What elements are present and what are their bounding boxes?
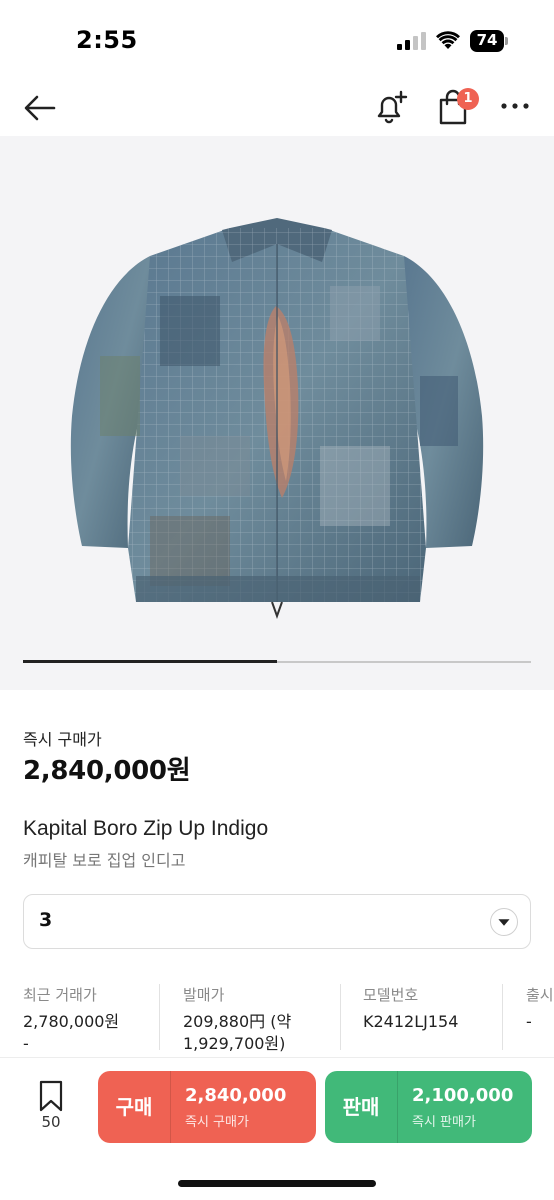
back-arrow-icon[interactable] (22, 90, 58, 126)
info-model-number: 모델번호 K2412LJ154 (363, 984, 458, 1054)
battery-level: 74 (476, 31, 498, 49)
info-value: - (526, 1012, 532, 1031)
bookmark-icon (39, 1080, 63, 1112)
sell-button-divider (397, 1071, 398, 1143)
more-icon[interactable] (498, 96, 532, 116)
sell-button-label: 판매 (342, 1095, 380, 1119)
sell-button-subtitle: 즉시 판매가 (412, 1115, 476, 1130)
info-divider (159, 984, 160, 1050)
home-indicator[interactable] (178, 1180, 376, 1187)
signal-icon (397, 32, 426, 50)
bell-plus-icon[interactable] (373, 88, 409, 126)
buy-button-divider (170, 1071, 171, 1143)
instant-buy-price: 2,840,000원 (23, 756, 191, 786)
jacket-image (70, 218, 484, 619)
info-value: 2,780,000원 - (23, 1012, 120, 1053)
wifi-icon (436, 31, 460, 49)
info-recent-trade: 최근 거래가 2,780,000원 - (23, 984, 119, 1054)
size-select[interactable]: 3 (23, 894, 531, 949)
wishlist-button[interactable]: 50 (28, 1080, 74, 1136)
info-divider (340, 984, 341, 1050)
bottom-bar-divider (0, 1057, 554, 1058)
sell-button[interactable]: 판매 2,100,000 즉시 판매가 (325, 1071, 532, 1143)
info-value: 209,880円 (약 1,929,700원) (183, 1012, 292, 1053)
status-bar: 2:55 74 (0, 0, 554, 80)
product-image[interactable] (0, 136, 554, 690)
buy-button-label: 구매 (115, 1095, 153, 1119)
sell-button-price: 2,100,000 (412, 1085, 514, 1106)
product-name: Kapital Boro Zip Up Indigo (23, 817, 269, 840)
cart-count-badge: 1 (457, 88, 479, 110)
buy-button-price: 2,840,000 (185, 1085, 287, 1106)
size-value: 3 (39, 909, 53, 931)
info-label: 최근 거래가 (23, 986, 97, 1004)
info-release-date: 출시 - (526, 984, 554, 1054)
info-label: 모델번호 (363, 986, 419, 1004)
info-divider (502, 984, 503, 1050)
info-release-price: 발매가 209,880円 (약 1,929,700원) (183, 984, 291, 1054)
gallery-pager-progress (23, 660, 277, 663)
product-info-row: 최근 거래가 2,780,000원 - 발매가 209,880円 (약 1,92… (0, 980, 554, 1056)
chevron-down-icon (490, 908, 518, 936)
product-name-korean: 캐피탈 보로 집업 인디고 (23, 851, 186, 870)
battery-icon: 74 (470, 30, 510, 52)
wishlist-count: 50 (41, 1113, 61, 1131)
info-label: 출시 (526, 986, 554, 1004)
status-time: 2:55 (76, 26, 138, 54)
info-value: K2412LJ154 (363, 1012, 459, 1031)
instant-buy-price-label: 즉시 구매가 (23, 730, 102, 749)
buy-button-subtitle: 즉시 구매가 (185, 1115, 249, 1130)
buy-button[interactable]: 구매 2,840,000 즉시 구매가 (98, 1071, 316, 1143)
info-label: 발매가 (183, 986, 225, 1004)
